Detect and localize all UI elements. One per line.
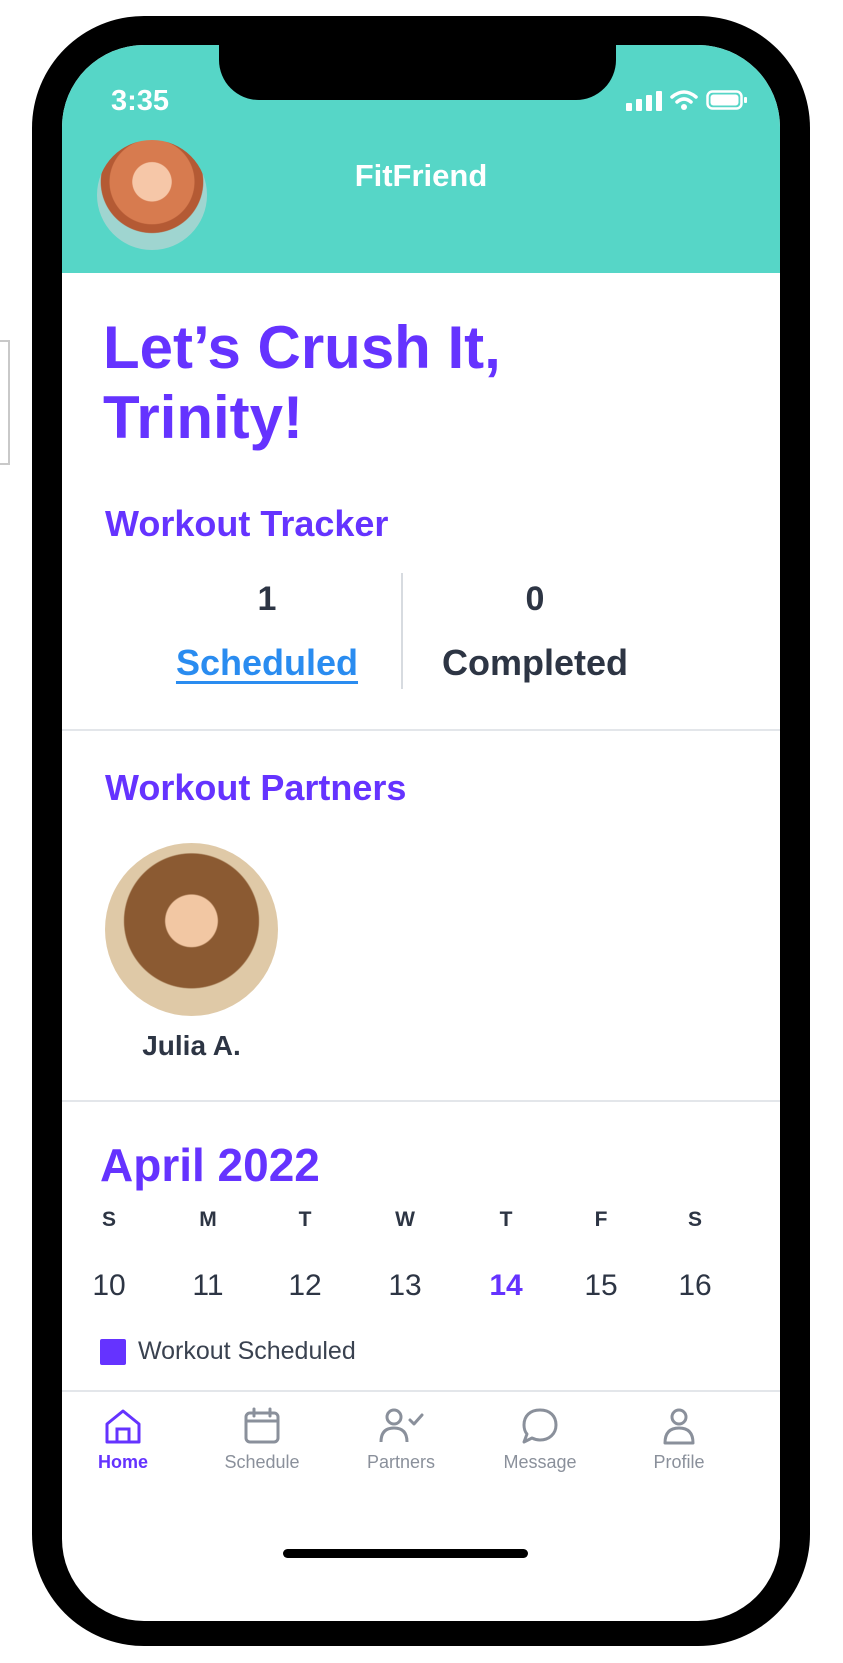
weekday-label: T: [298, 1208, 312, 1231]
weekday-label: W: [395, 1208, 415, 1231]
calendar-day[interactable]: 12: [270, 1269, 340, 1303]
tab-partners[interactable]: Partners: [341, 1406, 461, 1473]
calendar-day[interactable]: 13: [370, 1269, 440, 1303]
profile-icon: [663, 1408, 695, 1445]
tab-schedule[interactable]: Schedule: [202, 1406, 322, 1473]
tab-partners-label: Partners: [366, 1452, 436, 1472]
workout-partners-title: Workout Partners: [105, 767, 407, 808]
tab-message[interactable]: Message: [480, 1406, 600, 1473]
calendar-legend: Workout Scheduled: [100, 1337, 356, 1366]
calendar-day[interactable]: 11: [173, 1269, 243, 1303]
wifi-icon: [670, 90, 698, 110]
greeting-heading: Let’s Crush It, Trinity!: [103, 313, 703, 453]
scheduled-count: 1: [257, 580, 277, 618]
partners-icon: [379, 1408, 424, 1443]
completed-label: Completed: [441, 642, 628, 683]
tab-profile-label: Profile: [653, 1452, 705, 1472]
completed-count: 0: [525, 580, 545, 618]
phone-frame: 3:35 FitFriend Let’s Crush It, Trinity! …: [32, 16, 810, 1646]
app-title: FitFriend: [354, 158, 488, 193]
device-notch: [219, 45, 616, 100]
partner-avatar[interactable]: [105, 843, 278, 1016]
battery-icon: [706, 90, 747, 110]
calendar-month: April 2022: [100, 1139, 320, 1191]
tab-home-label: Home: [97, 1452, 148, 1472]
legend-label: Workout Scheduled: [138, 1337, 356, 1365]
section-divider: [62, 729, 780, 731]
weekday-label: T: [499, 1208, 513, 1231]
greeting-line-2: Trinity!: [103, 384, 304, 451]
scheduled-label-wrap: Scheduled: [132, 642, 402, 684]
tab-home[interactable]: Home: [63, 1406, 183, 1473]
message-icon: [522, 1408, 558, 1444]
tab-schedule-label: Schedule: [224, 1452, 300, 1472]
user-avatar[interactable]: [97, 140, 207, 250]
greeting-line-1: Let’s Crush It,: [103, 314, 501, 381]
calendar-day-today[interactable]: 14: [471, 1269, 541, 1303]
legend-swatch: [100, 1338, 126, 1365]
calendar-icon: [244, 1407, 280, 1444]
signal-icon: [626, 89, 662, 111]
status-time: 3:35: [111, 85, 170, 117]
status-icons: [626, 89, 748, 111]
weekday-label: S: [687, 1208, 702, 1231]
app-header: 3:35 FitFriend: [62, 45, 780, 273]
partner-name: Julia A.: [142, 1030, 241, 1061]
workout-tracker-title: Workout Tracker: [105, 503, 389, 544]
bottom-tab-bar: Home Schedule Partners Message Profile: [62, 1390, 780, 1514]
weekday-label: S: [101, 1208, 116, 1231]
home-indicator[interactable]: [283, 1549, 528, 1558]
tab-message-label: Message: [503, 1452, 577, 1472]
calendar-day[interactable]: 10: [74, 1269, 144, 1303]
calendar-day[interactable]: 15: [566, 1269, 636, 1303]
home-icon: [105, 1409, 141, 1444]
weekday-label: F: [594, 1208, 608, 1231]
app-screen: 3:35 FitFriend Let’s Crush It, Trinity! …: [62, 45, 780, 1621]
scheduled-link[interactable]: Scheduled: [176, 642, 358, 683]
side-edge-mark: [0, 340, 10, 465]
section-divider: [62, 1100, 780, 1102]
weekday-label: M: [199, 1208, 217, 1231]
tab-profile[interactable]: Profile: [619, 1406, 739, 1473]
calendar-day[interactable]: 16: [660, 1269, 730, 1303]
